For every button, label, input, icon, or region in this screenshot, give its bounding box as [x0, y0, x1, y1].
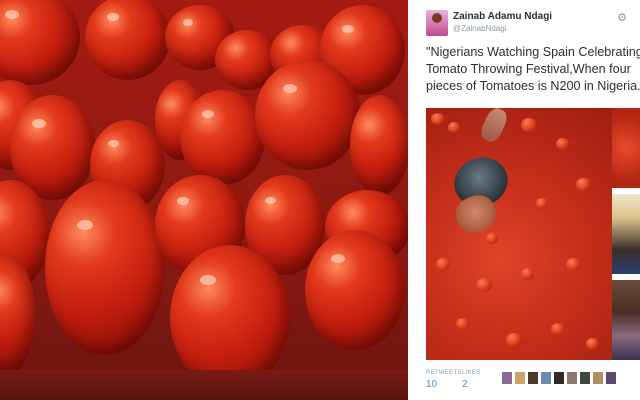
avatar[interactable]: [515, 372, 525, 384]
gear-icon[interactable]: ⚙: [616, 12, 628, 24]
table-edge: [0, 370, 408, 400]
avatar[interactable]: [426, 10, 448, 36]
retweets-label: RETWEETS: [426, 370, 462, 376]
raised-hand: [477, 108, 511, 145]
avatar[interactable]: [567, 372, 577, 384]
avatar[interactable]: [541, 372, 551, 384]
thumbnail-people[interactable]: [612, 280, 640, 360]
display-name[interactable]: Zainab Adamu Ndagi: [453, 11, 552, 22]
avatar[interactable]: [502, 372, 512, 384]
tweet-stats: RETWEETS 10 LIKES 2: [426, 368, 506, 396]
photo-thumbnails: [612, 108, 640, 360]
likes-label: LIKES: [462, 370, 481, 376]
user-handle[interactable]: @ZainabNdagi: [453, 24, 506, 33]
avatar[interactable]: [554, 372, 564, 384]
thumbnail-man[interactable]: [612, 194, 640, 274]
thumbnail-tomato[interactable]: [612, 108, 640, 188]
retweets-count[interactable]: 10: [426, 379, 437, 390]
tweet-card[interactable]: Zainab Adamu Ndagi @ZainabNdagi ⚙ "Niger…: [420, 0, 640, 400]
avatar[interactable]: [606, 372, 616, 384]
avatar[interactable]: [593, 372, 603, 384]
tweet-text: "Nigerians Watching Spain Celebrating To…: [426, 45, 640, 93]
avatar[interactable]: [528, 372, 538, 384]
likes-count[interactable]: 2: [462, 379, 468, 390]
avatar[interactable]: [580, 372, 590, 384]
liker-avatars: [502, 372, 632, 386]
tomato-pile-photo: [0, 0, 408, 400]
tweet-photo-tomato-festival[interactable]: [426, 108, 612, 360]
